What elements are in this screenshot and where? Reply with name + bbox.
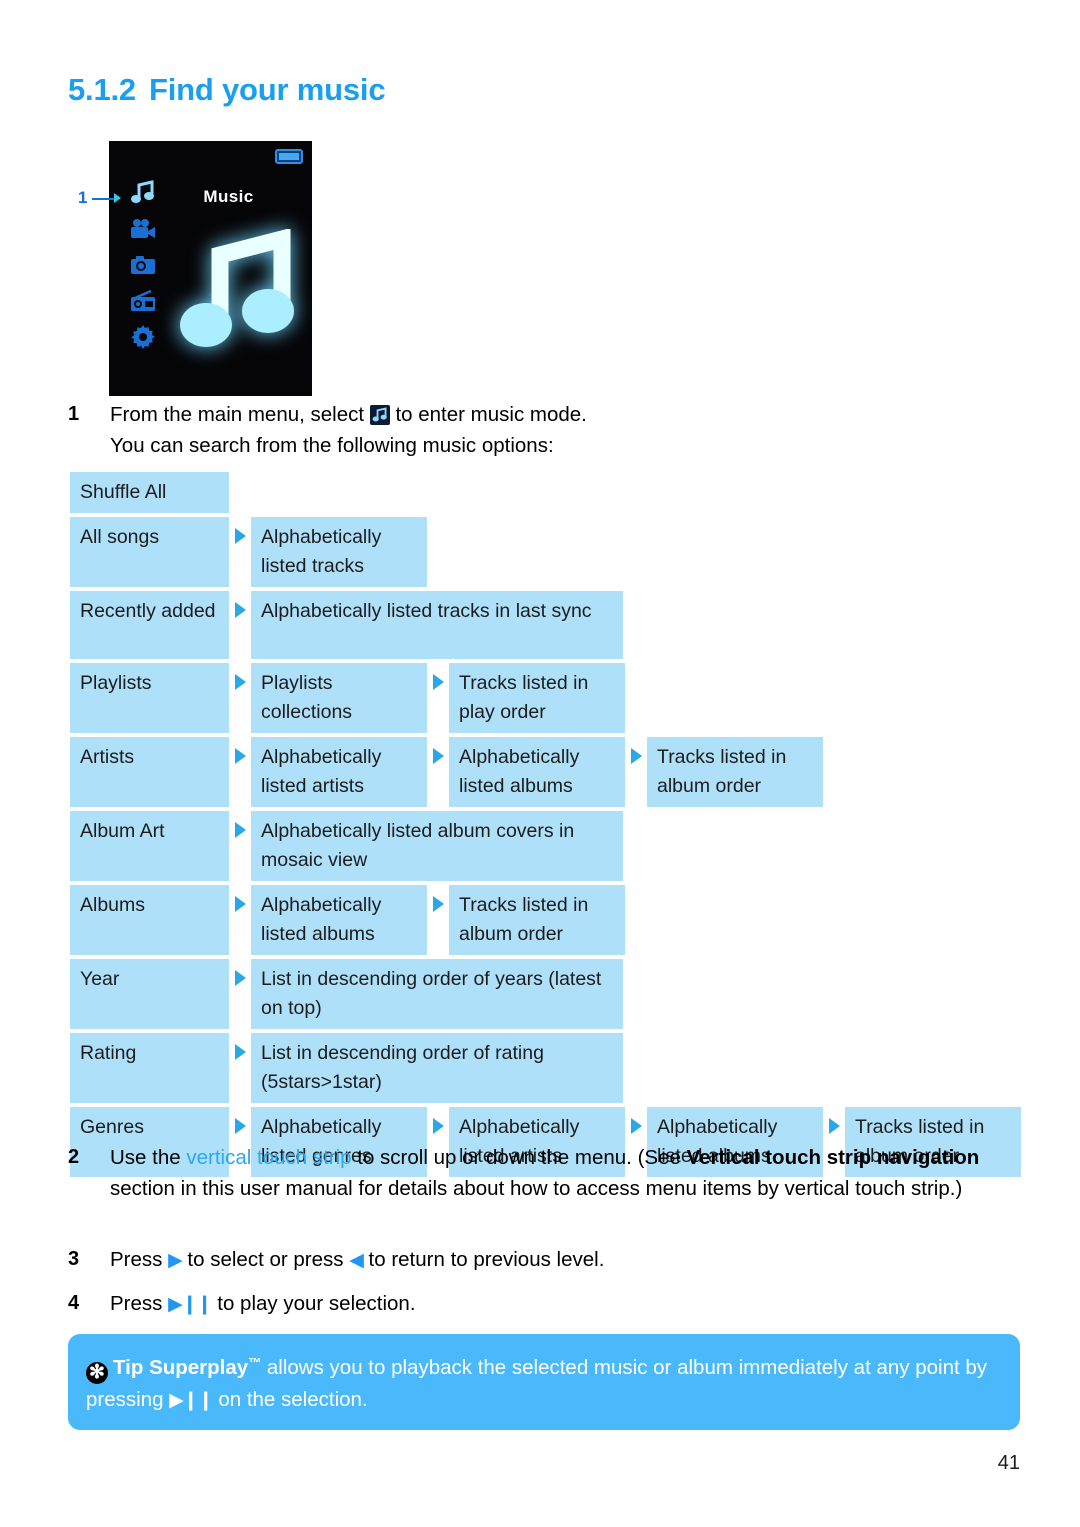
play-pause-icon: ▶❙❙ <box>169 1390 213 1411</box>
callout-number-1: 1 <box>78 188 88 207</box>
step-3-text: Press ▶ to select or press ◀ to return t… <box>110 1244 828 1276</box>
step-3-number: 3 <box>68 1248 80 1270</box>
step-2: 2 Use the vertical touch strip to scroll… <box>68 1142 1028 1204</box>
flow-arrow-icon <box>229 1033 251 1103</box>
page-title: 5.1.2 Find your music <box>68 72 386 108</box>
music-options-flow-table: Shuffle All All songs Alphabetically lis… <box>70 472 1030 1181</box>
asterisk-icon: ✻ <box>86 1362 108 1384</box>
step-2-part1: Use the <box>110 1146 187 1169</box>
back-left-arrow-icon: ◀ <box>349 1250 364 1271</box>
step-4: 4 Press ▶❙❙ to play your selection. <box>68 1288 768 1320</box>
section-title: Find your music <box>148 72 386 107</box>
table-cell: Tracks listed in album order <box>647 737 823 807</box>
table-cell: Recently added <box>70 591 229 659</box>
callout-arrow-icon <box>114 193 121 203</box>
trademark-symbol: ™ <box>248 1355 262 1370</box>
step-2-part2: to scroll up or down the menu. (See <box>351 1146 687 1169</box>
flow-arrow-icon <box>427 885 449 955</box>
video-camera-icon <box>129 215 157 242</box>
step-1: 1 From the main menu, select to enter mu… <box>68 399 768 461</box>
table-cell: Artists <box>70 737 229 807</box>
table-row: Recently added Alphabetically listed tra… <box>70 591 1030 659</box>
tip-label: Tip Superplay <box>113 1356 249 1379</box>
table-cell: Alphabetically listed albums <box>251 885 427 955</box>
tip-part2: on the selection. <box>212 1388 368 1411</box>
step-2-text: Use the vertical touch strip to scroll u… <box>110 1142 1028 1204</box>
flow-arrow-icon <box>229 959 251 1029</box>
radio-icon <box>129 287 157 314</box>
flow-arrow-icon <box>229 737 251 807</box>
step-1-line2: You can search from the following music … <box>110 434 554 457</box>
table-row: Albums Alphabetically listed albums Trac… <box>70 885 1030 955</box>
step-2-part3: section in this user manual for details … <box>110 1177 963 1200</box>
settings-gear-icon <box>129 323 157 350</box>
table-cell: Playlists <box>70 663 229 733</box>
table-row: Rating List in descending order of ratin… <box>70 1033 1030 1103</box>
section-number: 5.1.2 <box>68 72 136 107</box>
table-cell: All songs <box>70 517 229 587</box>
table-row: Shuffle All <box>70 472 1030 513</box>
table-cell: Shuffle All <box>70 472 229 513</box>
table-cell: List in descending order of rating (5sta… <box>251 1033 623 1103</box>
music-note-artwork-icon <box>169 217 306 366</box>
step-3-part1: Press <box>110 1248 169 1271</box>
flow-arrow-icon <box>229 885 251 955</box>
table-cell: Alphabetically listed tracks <box>251 517 427 587</box>
table-cell: Year <box>70 959 229 1029</box>
step-3: 3 Press ▶ to select or press ◀ to return… <box>68 1244 828 1276</box>
step-2-number: 2 <box>68 1146 80 1168</box>
table-cell: Alphabetically listed tracks in last syn… <box>251 591 623 659</box>
table-cell: Tracks listed in album order <box>449 885 625 955</box>
battery-icon <box>275 149 303 164</box>
table-cell: Album Art <box>70 811 229 881</box>
flow-arrow-icon <box>229 591 251 659</box>
step-3-part2: to select or press <box>181 1248 350 1271</box>
table-row: Playlists Playlists collections Tracks l… <box>70 663 1030 733</box>
table-cell: Tracks listed in play order <box>449 663 625 733</box>
tip-callout-box: ✻ Tip Superplay™ allows you to playback t… <box>68 1334 1020 1430</box>
flow-arrow-icon <box>229 517 251 587</box>
step-2-bold-ref: Vertical touch strip navigation <box>686 1146 980 1169</box>
table-row: Album Art Alphabetically listed album co… <box>70 811 1030 881</box>
step-4-text: Press ▶❙❙ to play your selection. <box>110 1288 768 1320</box>
step-1-text: From the main menu, select to enter musi… <box>110 399 768 461</box>
table-cell: Rating <box>70 1033 229 1103</box>
table-row: All songs Alphabetically listed tracks <box>70 517 1030 587</box>
callout-leader-line <box>92 198 114 200</box>
table-cell: Alphabetically listed albums <box>449 737 625 807</box>
table-cell: Playlists collections <box>251 663 427 733</box>
step-4-number: 4 <box>68 1292 80 1314</box>
step-1-line1-before: From the main menu, select <box>110 403 370 426</box>
play-right-arrow-icon: ▶ <box>168 1250 183 1271</box>
step-4-part1: Press <box>110 1292 169 1315</box>
flow-arrow-icon <box>229 663 251 733</box>
flow-arrow-icon <box>229 811 251 881</box>
music-note-icon <box>369 405 390 425</box>
device-screen-image: Music <box>109 141 312 396</box>
step-3-part3: to return to previous level. <box>362 1248 605 1271</box>
table-cell: Alphabetically listed album covers in mo… <box>251 811 623 881</box>
table-row: Artists Alphabetically listed artists Al… <box>70 737 1030 807</box>
vertical-touch-strip-link[interactable]: vertical touch strip <box>186 1146 351 1169</box>
table-cell: Albums <box>70 885 229 955</box>
music-note-icon <box>129 179 157 206</box>
flow-arrow-icon <box>427 663 449 733</box>
device-icon-rail <box>123 179 163 350</box>
flow-arrow-icon <box>625 737 647 807</box>
step-1-line1-after: to enter music mode. <box>389 403 587 426</box>
play-pause-icon: ▶❙❙ <box>168 1294 212 1315</box>
camera-icon <box>129 251 157 278</box>
step-4-part2: to play your selection. <box>211 1292 416 1315</box>
table-row: Year List in descending order of years (… <box>70 959 1030 1029</box>
flow-arrow-icon <box>427 737 449 807</box>
page-number: 41 <box>997 1452 1020 1474</box>
step-1-number: 1 <box>68 403 80 425</box>
table-cell: List in descending order of years (lates… <box>251 959 623 1029</box>
table-cell: Alphabetically listed artists <box>251 737 427 807</box>
